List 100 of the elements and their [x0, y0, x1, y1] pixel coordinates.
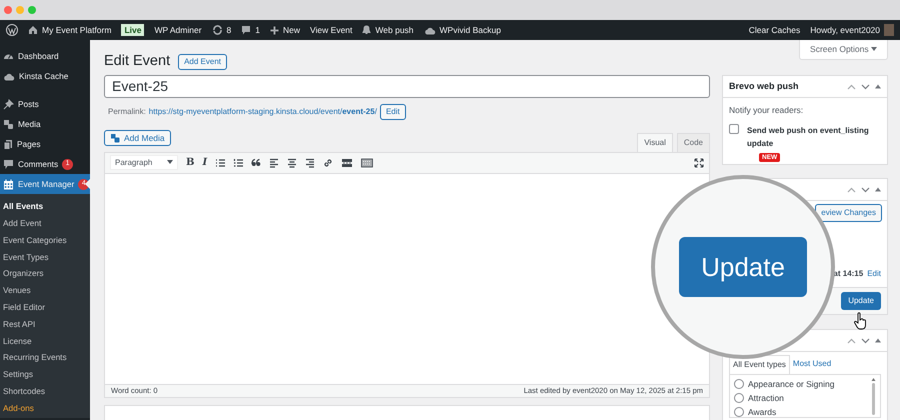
numbered-list-icon[interactable]: [233, 158, 244, 168]
permalink-link[interactable]: https://stg-myeventplatform-staging.kinsta.cloud/event/event-25/: [148, 106, 377, 118]
home-icon[interactable]: [28, 25, 38, 35]
checkbox[interactable]: [729, 124, 739, 134]
scrollbar-drawing: [871, 378, 876, 416]
window-control-dot[interactable]: [4, 6, 12, 14]
update-button[interactable]: Update: [679, 237, 807, 297]
radio-button[interactable]: [734, 379, 744, 390]
screen-options-button[interactable]: Screen Options: [799, 40, 888, 60]
window-control-dot[interactable]: [28, 6, 36, 14]
chevron-down-icon[interactable]: [861, 338, 870, 344]
menu-label: Event Manager: [18, 178, 74, 190]
cloud-icon: [3, 72, 15, 80]
media-icon: [110, 132, 120, 143]
submenu-item[interactable]: Shortcodes: [0, 382, 90, 400]
triangle-icon[interactable]: [875, 84, 881, 89]
bulleted-list-icon[interactable]: [215, 158, 226, 168]
radio-button[interactable]: [734, 393, 744, 404]
update-button[interactable]: Update: [841, 292, 881, 310]
caret-icon: [871, 47, 877, 52]
toolbar-link[interactable]: View Event: [310, 24, 352, 36]
toolbar-link[interactable]: WP Adminer: [154, 24, 202, 36]
submenu-item[interactable]: Rest API: [0, 316, 90, 332]
option-label: Appearance or Signing: [748, 378, 834, 391]
account-link[interactable]: Howdy, event2020: [810, 24, 880, 36]
refresh-icon[interactable]: [212, 25, 223, 35]
preview-changes-button[interactable]: eview Changes: [815, 204, 882, 222]
toolbar-link[interactable]: My Event Platform: [42, 24, 112, 36]
triangle-icon[interactable]: [875, 338, 881, 343]
format-dropdown[interactable]: Paragraph: [110, 155, 178, 170]
sidebar-menu-item[interactable]: Media: [0, 114, 90, 134]
bold-button[interactable]: B: [186, 155, 194, 170]
sidebar-menu-item[interactable]: Pages: [0, 134, 90, 154]
page-title: Edit Event: [104, 52, 170, 71]
italic-button[interactable]: I: [202, 155, 208, 170]
menu-label: Dashboard: [18, 50, 59, 62]
edit-link[interactable]: Edit: [867, 268, 881, 280]
box-title: Brevo web push: [729, 80, 799, 93]
environment-badge: Live: [121, 24, 144, 36]
title-field[interactable]: Event-25: [104, 75, 710, 98]
media-icon: [3, 118, 14, 130]
submenu-item[interactable]: Event Types: [0, 248, 90, 266]
add-event-button[interactable]: Add Event: [178, 54, 228, 70]
read-more-icon[interactable]: [341, 158, 354, 168]
align-left-icon[interactable]: [269, 158, 280, 168]
toolbar-link[interactable]: WPvivid Backup: [440, 24, 501, 36]
editor-tab[interactable]: Visual: [637, 132, 673, 152]
comment-icon: [3, 158, 14, 170]
menu-label: Media: [18, 118, 41, 130]
window-control-dot[interactable]: [16, 6, 24, 14]
toolbar-link[interactable]: New: [283, 24, 300, 36]
chevron-down-icon[interactable]: [861, 186, 870, 192]
cloud-icon[interactable]: [424, 26, 436, 34]
pages-icon: [3, 138, 13, 150]
quote-icon[interactable]: [251, 158, 262, 168]
link-icon[interactable]: [323, 158, 334, 168]
menu-label: Posts: [18, 98, 39, 110]
keyboard-icon[interactable]: [361, 158, 374, 168]
calendar-icon: [3, 178, 14, 190]
submenu-item[interactable]: Add-ons: [0, 400, 90, 416]
submenu-item[interactable]: Field Editor: [0, 298, 90, 316]
permalink-label: Permalink:: [108, 106, 146, 118]
menu-label: Comments: [18, 158, 58, 170]
option-label: Awards: [748, 406, 776, 418]
submenu-item[interactable]: Venues: [0, 282, 90, 299]
submenu-item[interactable]: All Events: [0, 198, 90, 215]
category-tab[interactable]: Most Used: [790, 355, 834, 374]
chevron-down-icon[interactable]: [861, 84, 870, 90]
comment-icon[interactable]: [241, 25, 252, 35]
radio-button[interactable]: [734, 406, 744, 417]
submenu-item[interactable]: License: [0, 332, 90, 350]
menu-label: Pages: [17, 138, 41, 150]
align-center-icon[interactable]: [287, 158, 298, 168]
edit-button[interactable]: Edit: [380, 104, 406, 120]
submenu-item[interactable]: Settings: [0, 366, 90, 383]
plus-icon[interactable]: [270, 26, 280, 34]
pushpin-icon: [3, 98, 14, 110]
wordpress-logo-icon[interactable]: [6, 24, 18, 36]
toolbar-link[interactable]: Clear Caches: [748, 24, 800, 36]
toolbar-link[interactable]: 1: [255, 24, 260, 36]
caret-icon: [167, 160, 173, 166]
triangle-icon[interactable]: [875, 187, 881, 192]
add-media-button[interactable]: Add Media: [104, 130, 171, 146]
toolbar-link[interactable]: 8: [226, 24, 232, 36]
sidebar-menu-item[interactable]: Posts: [0, 94, 90, 114]
option-label: Attraction: [748, 392, 784, 404]
submenu-item[interactable]: Add Event: [0, 214, 90, 232]
submenu-item[interactable]: Recurring Events: [0, 349, 90, 366]
toolbar-link[interactable]: Web push: [375, 24, 414, 36]
submenu-item[interactable]: Organizers: [0, 265, 90, 282]
editor-tab[interactable]: Code: [676, 132, 710, 152]
sidebar-menu-item[interactable]: Kinsta Cache: [0, 66, 90, 86]
sidebar-menu-item[interactable]: Dashboard: [0, 46, 90, 66]
box-text: Notify your readers:: [729, 104, 804, 117]
align-right-icon[interactable]: [305, 158, 316, 168]
submenu-item[interactable]: Event Categories: [0, 232, 90, 248]
checkbox-label[interactable]: Send web push on event_listing update: [747, 124, 881, 150]
bell-icon[interactable]: [362, 25, 372, 35]
fullscreen-icon[interactable]: [694, 158, 704, 168]
menu-label: Kinsta Cache: [19, 70, 68, 82]
